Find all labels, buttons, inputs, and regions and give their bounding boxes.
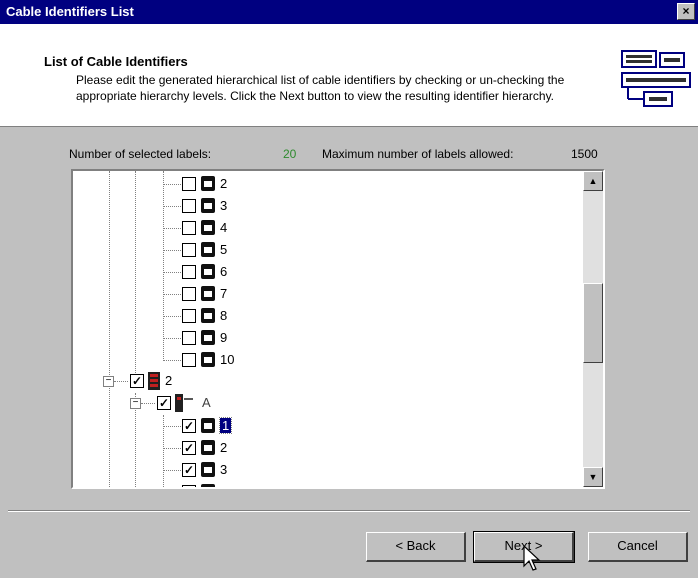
scroll-down-icon[interactable]: ▼ <box>583 467 603 487</box>
tree-content: − 2 − A 2 3 4 5 6 7 8 9 10 1 2 3 4 <box>73 171 583 487</box>
back-button[interactable]: < Back <box>366 532 466 562</box>
port-label: 4 <box>220 484 227 487</box>
port-label: 3 <box>220 462 228 477</box>
rack-label: 2 <box>165 373 173 388</box>
port-jack-icon <box>201 176 215 191</box>
port-checkbox[interactable] <box>182 243 196 257</box>
port-jack-icon <box>201 352 215 367</box>
window-title: Cable Identifiers List <box>6 4 134 19</box>
tree-leaf-port[interactable]: 3 <box>163 197 303 215</box>
page-title: List of Cable Identifiers <box>44 54 188 69</box>
tree-leaf-port[interactable]: 9 <box>163 329 303 347</box>
tree-node-panel[interactable]: − A <box>130 394 280 412</box>
port-label: 5 <box>220 242 228 257</box>
port-label: 7 <box>220 286 228 301</box>
port-jack-icon <box>201 308 215 323</box>
port-jack-icon <box>201 418 215 433</box>
vertical-scrollbar[interactable]: ▲ ▼ <box>583 171 603 487</box>
header-panel: List of Cable Identifiers Please edit th… <box>0 24 698 127</box>
port-checkbox[interactable] <box>182 309 196 323</box>
port-jack-icon <box>201 220 215 235</box>
port-checkbox[interactable] <box>182 287 196 301</box>
cancel-label: Cancel <box>617 538 658 553</box>
port-label: 6 <box>220 264 228 279</box>
port-checkbox[interactable] <box>182 221 196 235</box>
tree-leaf-port[interactable]: 3 <box>163 461 303 479</box>
panel-checkbox[interactable] <box>157 396 171 410</box>
port-checkbox[interactable] <box>182 463 196 477</box>
port-label: 4 <box>220 220 228 235</box>
max-labels-value: 1500 <box>571 147 598 161</box>
port-jack-icon <box>201 242 215 257</box>
port-checkbox[interactable] <box>182 485 196 487</box>
port-checkbox[interactable] <box>182 441 196 455</box>
port-jack-icon <box>201 462 215 477</box>
port-label: 2 <box>220 440 228 455</box>
port-checkbox[interactable] <box>182 419 196 433</box>
max-labels-caption: Maximum number of labels allowed: <box>322 147 514 161</box>
tree-leaf-port[interactable]: 4 <box>163 483 303 487</box>
tree-leaf-port[interactable]: 4 <box>163 219 303 237</box>
tree-leaf-port[interactable]: 6 <box>163 263 303 281</box>
scrollbar-thumb[interactable] <box>583 283 603 363</box>
scroll-up-icon[interactable]: ▲ <box>583 171 603 191</box>
port-jack-icon <box>201 198 215 213</box>
tree-leaf-port[interactable]: 10 <box>163 351 303 369</box>
collapse-icon[interactable]: − <box>130 398 141 409</box>
rack-icon <box>148 372 160 390</box>
port-checkbox[interactable] <box>182 177 196 191</box>
tree-leaf-port[interactable]: 1 <box>163 417 303 435</box>
port-label: 9 <box>220 330 228 345</box>
port-checkbox[interactable] <box>182 353 196 367</box>
port-jack-icon <box>201 286 215 301</box>
patch-panel-icon <box>175 394 193 412</box>
port-checkbox[interactable] <box>182 199 196 213</box>
selected-labels-caption: Number of selected labels: <box>69 147 212 161</box>
cable-labels-icon <box>621 50 691 107</box>
port-checkbox[interactable] <box>182 265 196 279</box>
title-bar: Cable Identifiers List × <box>0 0 698 24</box>
port-label: 3 <box>220 198 228 213</box>
port-jack-icon <box>201 440 215 455</box>
page-description: Please edit the generated hierarchical l… <box>76 73 565 103</box>
port-label: 2 <box>220 176 228 191</box>
separator <box>8 510 690 512</box>
tree-leaf-port[interactable]: 8 <box>163 307 303 325</box>
port-label: 8 <box>220 308 228 323</box>
back-label: < Back <box>395 538 436 553</box>
port-label: 10 <box>220 352 235 367</box>
port-label: 1 <box>218 417 233 434</box>
tree-leaf-port[interactable]: 7 <box>163 285 303 303</box>
tree-leaf-port[interactable]: 2 <box>163 175 303 193</box>
rack-checkbox[interactable] <box>130 374 144 388</box>
cable-identifier-tree[interactable]: − 2 − A 2 3 4 5 6 7 8 9 10 1 2 3 4 ▲ ▼ <box>71 169 605 489</box>
tree-leaf-port[interactable]: 5 <box>163 241 303 259</box>
port-checkbox[interactable] <box>182 331 196 345</box>
selected-labels-count: 20 <box>283 147 297 161</box>
port-jack-icon <box>201 264 215 279</box>
port-jack-icon <box>201 330 215 345</box>
mouse-pointer-icon <box>523 545 541 571</box>
port-jack-icon <box>201 484 215 487</box>
collapse-icon[interactable]: − <box>103 376 114 387</box>
close-icon[interactable]: × <box>677 3 695 20</box>
panel-label: A <box>202 395 211 410</box>
cancel-button[interactable]: Cancel <box>588 532 688 562</box>
tree-node-rack[interactable]: − 2 <box>103 372 253 390</box>
tree-leaf-port[interactable]: 2 <box>163 439 303 457</box>
